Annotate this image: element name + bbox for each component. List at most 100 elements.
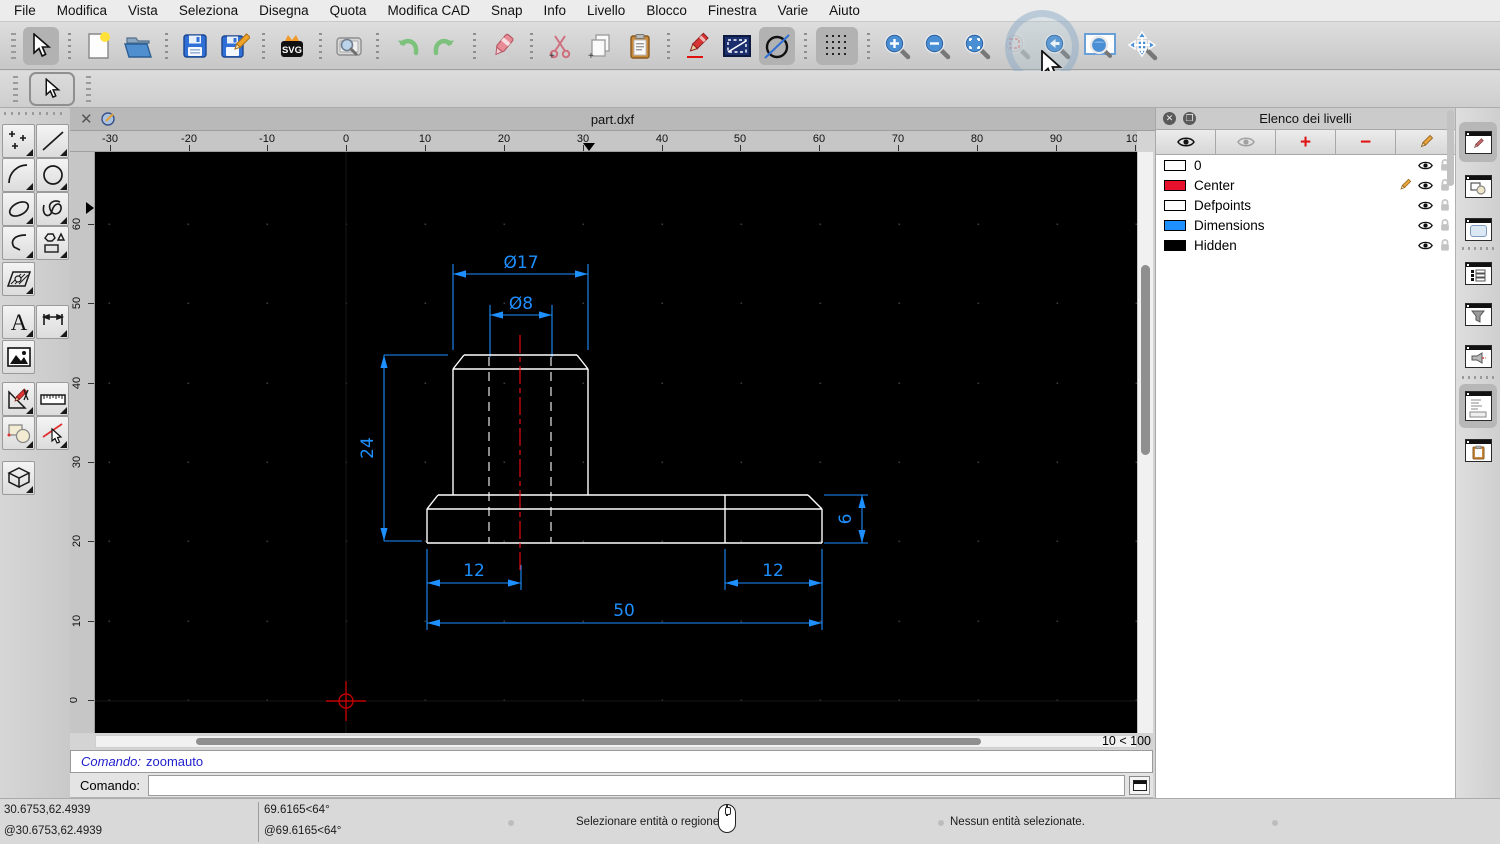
attributes-pencil-button[interactable] [679,27,715,65]
zoom-previous-button[interactable] [1039,27,1075,65]
menu-item-varie[interactable]: Varie [778,3,809,18]
cad-drawing[interactable]: Ø17Ø8246121250 [95,152,1137,733]
measure-tool-button[interactable] [36,382,69,416]
svg-export-button[interactable]: SVG [274,27,310,65]
zoom-in-button[interactable] [879,27,915,65]
zoom-auto-button[interactable] [959,27,995,65]
menu-item-vista[interactable]: Vista [128,3,158,18]
layer-lock-toggle[interactable] [1435,238,1455,252]
command-input[interactable] [148,775,1125,796]
image-tool-button[interactable] [2,340,35,374]
command-line-toggle[interactable] [1459,384,1497,428]
redo-button[interactable] [428,27,464,65]
selection-filter-toggle[interactable] [1459,294,1497,334]
circle-tool-button[interactable] [36,158,69,192]
menu-item-finestra[interactable]: Finestra [708,3,757,18]
layer-visibility-toggle[interactable] [1415,200,1435,211]
layer-lock-icon[interactable] [1439,218,1451,232]
hatch-tool-button[interactable] [2,262,35,296]
layer-list-toggle[interactable] [1459,253,1497,293]
layer-row-defpoints[interactable]: Defpoints [1156,195,1455,215]
delete-button[interactable] [485,27,521,65]
save-as-button[interactable] [217,27,253,65]
layer-visibility-toggle[interactable] [1415,220,1435,231]
menu-item-modifica[interactable]: Modifica [57,3,107,18]
menu-item-snap[interactable]: Snap [491,3,523,18]
add-layer-button[interactable]: + [1276,130,1336,154]
points-tool-button[interactable] [2,124,35,158]
zoom-redraw-button[interactable] [999,27,1035,65]
layer-row-0[interactable]: 0 [1156,155,1455,175]
menu-item-blocco[interactable]: Blocco [646,3,687,18]
layer-visibility-toggle[interactable] [1415,180,1435,191]
vertical-scrollbar-thumb[interactable] [1141,265,1150,455]
blocks-tool-button[interactable] [2,416,35,450]
select-entity-tool-button[interactable] [36,416,69,450]
selection-box-button[interactable] [719,27,755,65]
vertical-scrollbar[interactable] [1137,152,1153,733]
layer-lock-toggle[interactable] [1435,198,1455,212]
menu-item-quota[interactable]: Quota [330,3,367,18]
layer-visible-icon[interactable] [1418,220,1433,231]
layer-visible-icon[interactable] [1418,160,1433,171]
paste-button[interactable] [622,27,658,65]
dimension-tool-button[interactable] [36,305,69,339]
menu-item-disegna[interactable]: Disegna [259,3,309,18]
cut-button[interactable]: + [542,27,578,65]
menu-item-livello[interactable]: Livello [587,3,625,18]
open-file-button[interactable] [120,27,156,65]
text-tool-button[interactable]: A [2,305,35,339]
arc-tool-button[interactable] [2,158,35,192]
layer-visible-icon[interactable] [1418,180,1433,191]
horizontal-scrollbar[interactable] [95,735,1137,748]
layer-visibility-toggle[interactable] [1415,160,1435,171]
save-button[interactable] [177,27,213,65]
menu-item-file[interactable]: File [14,3,36,18]
zoom-out-button[interactable] [919,27,955,65]
ellipse-tool-button[interactable] [2,192,35,226]
show-all-layers-button[interactable] [1156,130,1216,154]
drawing-tab-title[interactable]: part.dxf [70,112,1155,127]
zoom-pan-button[interactable] [1125,27,1161,65]
command-history[interactable]: Comando: zoomauto [70,750,1153,773]
block-list-toggle[interactable] [1459,166,1497,206]
new-file-button[interactable] [80,27,116,65]
select-button[interactable] [23,27,59,65]
menu-item-modifica-cad[interactable]: Modifica CAD [387,3,470,18]
layer-visible-icon[interactable] [1418,200,1433,211]
layer-list-scrollbar[interactable] [1447,110,1454,186]
undo-button[interactable] [388,27,424,65]
layer-row-dimensions[interactable]: Dimensions [1156,215,1455,235]
layer-lock-toggle[interactable] [1435,218,1455,232]
menu-item-info[interactable]: Info [544,3,567,18]
layer-row-hidden[interactable]: Hidden [1156,235,1455,255]
layer-lock-icon[interactable] [1439,198,1451,212]
clipboard-panel-toggle[interactable] [1459,430,1497,470]
library-browser-toggle[interactable] [1459,209,1497,249]
print-preview-button[interactable] [331,27,367,65]
layer-visible-icon[interactable] [1418,240,1433,251]
layer-visibility-toggle[interactable] [1415,240,1435,251]
copy-button[interactable]: + [582,27,618,65]
grid-button[interactable] [816,27,858,65]
select-tool-button[interactable] [29,72,75,106]
polyline-tool-button[interactable] [2,226,35,260]
circle-slash-button[interactable] [759,27,795,65]
spline-tool-button[interactable] [36,192,69,226]
command-options-button[interactable] [1129,776,1150,795]
modify-tool-button[interactable] [2,382,35,416]
line-tool-button[interactable] [36,124,69,158]
remove-layer-button[interactable]: − [1336,130,1396,154]
menu-item-aiuto[interactable]: Aiuto [829,3,860,18]
hide-all-layers-button[interactable] [1216,130,1276,154]
solid-3d-tool-button[interactable] [2,461,35,495]
menu-item-seleziona[interactable]: Seleziona [179,3,238,18]
shapes-tool-button[interactable] [36,226,69,260]
announcer-toggle[interactable] [1459,336,1497,376]
property-editor-toggle[interactable] [1459,122,1497,162]
layer-row-center[interactable]: Center [1156,175,1455,195]
drawing-canvas[interactable]: Ø17Ø8246121250 [95,152,1137,733]
layer-lock-icon[interactable] [1439,238,1451,252]
zoom-window-button[interactable] [1079,27,1121,65]
horizontal-scrollbar-thumb[interactable] [196,738,981,745]
